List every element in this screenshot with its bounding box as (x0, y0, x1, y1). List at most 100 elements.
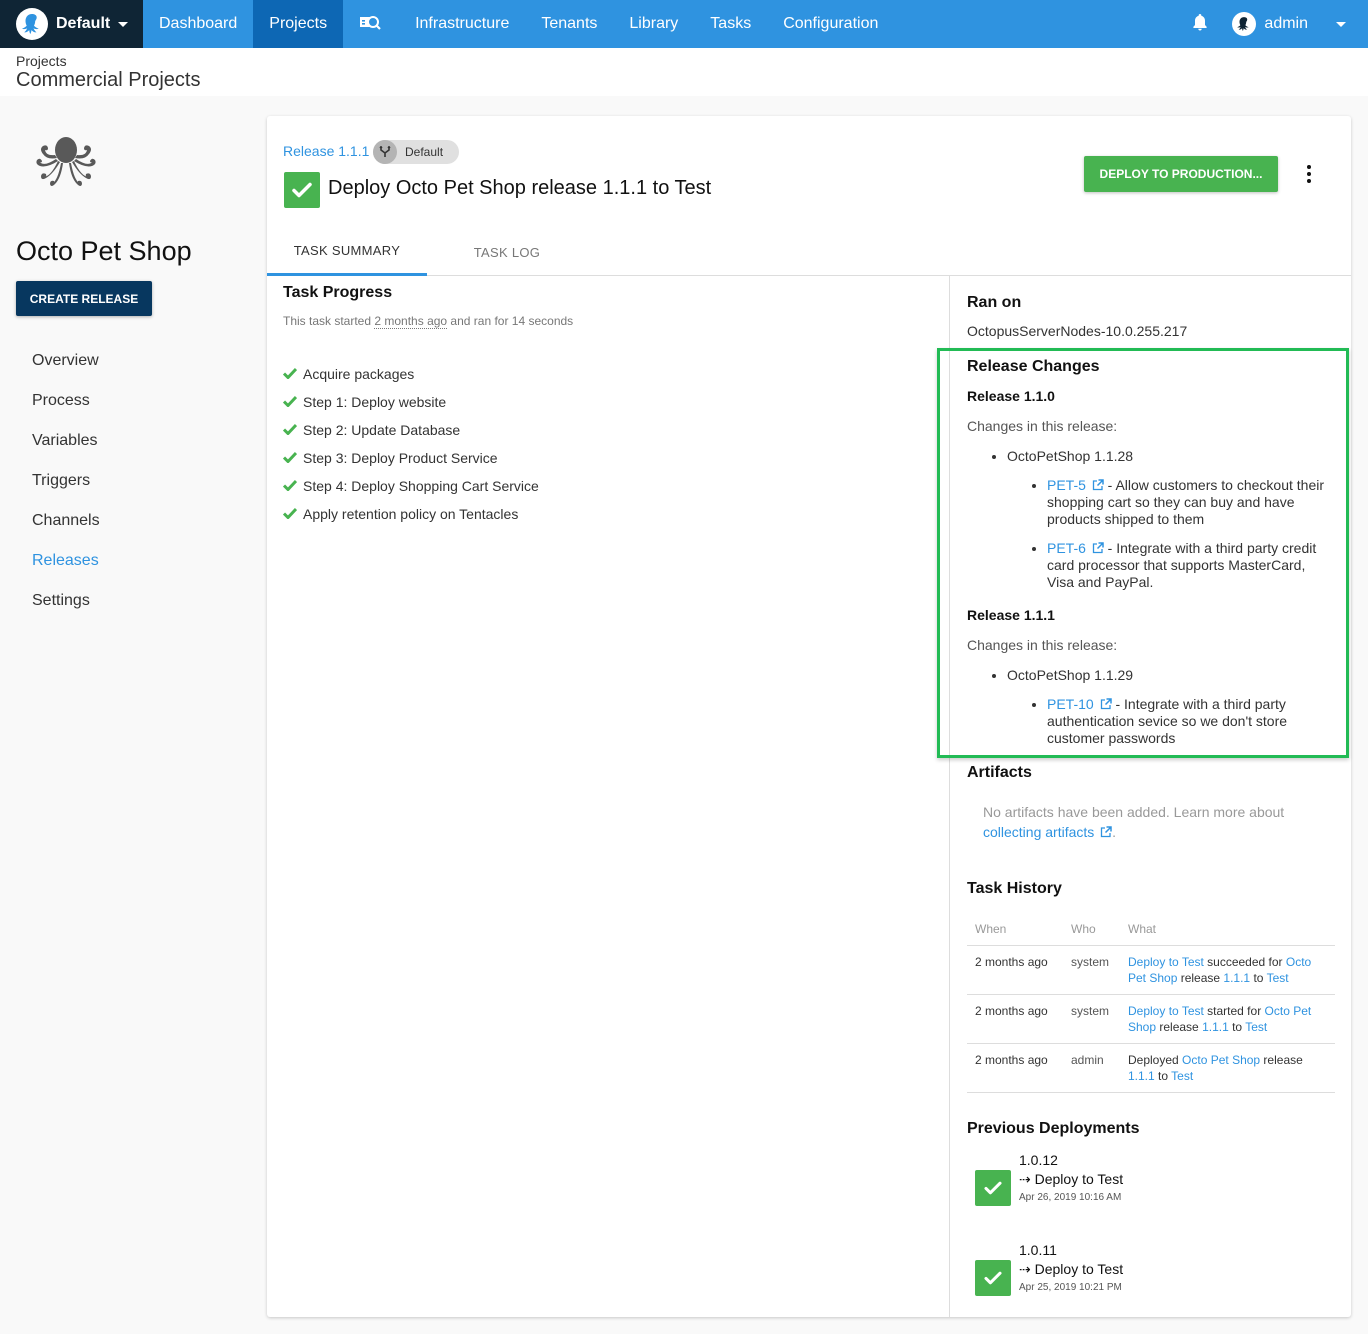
sidebar-item-overview[interactable]: Overview (32, 352, 100, 392)
search-deployments-icon (359, 13, 383, 36)
task-step-label: Step 2: Update Database (303, 422, 461, 438)
release-link[interactable]: Release 1.1.1 (283, 143, 369, 159)
caret-down-icon (1336, 21, 1346, 27)
issue-list: PET-10 - Integrate with a third party au… (1047, 696, 1337, 747)
task-step: Apply retention policy on Tentacles (282, 500, 573, 528)
project-name: Octo Pet Shop (16, 236, 192, 266)
check-icon (282, 478, 298, 494)
nav-infrastructure[interactable]: Infrastructure (399, 0, 525, 48)
tab-task-summary[interactable]: TASK SUMMARY (267, 228, 427, 276)
user-name: admin (1264, 15, 1308, 32)
sidebar-item-releases[interactable]: Releases (32, 552, 100, 592)
check-icon (282, 450, 298, 466)
tab-task-log[interactable]: TASK LOG (427, 228, 587, 276)
more-options-icon[interactable] (1297, 162, 1321, 186)
package-item: OctoPetShop 1.1.29 PET-10 - Integrate wit… (1007, 667, 1337, 747)
table-row: 2 months ago system Deploy to Test started… (967, 994, 1335, 1044)
channel-name: Default (405, 145, 444, 159)
check-icon (282, 506, 298, 522)
history-link[interactable]: 1.1.1 (1128, 1069, 1155, 1083)
sidebar-item-channels[interactable]: Channels (32, 512, 100, 552)
task-step: Step 1: Deploy website (282, 388, 573, 416)
artifacts-empty-message: No artifacts have been added. Learn more… (983, 802, 1337, 842)
task-title: Deploy Octo Pet Shop release 1.1.1 to Te… (328, 177, 712, 199)
breadcrumb[interactable]: Projects (16, 53, 1368, 69)
history-link[interactable]: 1.1.1 (1223, 971, 1250, 985)
issue-link[interactable]: PET-10 (1047, 696, 1112, 712)
task-duration-suffix: and ran for 14 seconds (447, 314, 574, 328)
nav-label: Dashboard (159, 15, 238, 32)
success-status-icon (975, 1170, 1011, 1206)
deployment-version: 1.0.11 (1019, 1242, 1057, 1258)
artifacts-text: No artifacts have been added. Learn more… (983, 804, 1285, 820)
release-version-heading: Release 1.1.1 (967, 607, 1055, 623)
deploy-to-production-button[interactable]: DEPLOY TO PRODUCTION... (1084, 156, 1278, 192)
history-link[interactable]: 1.1.1 (1202, 1020, 1229, 1034)
task-history-table: When Who What 2 months ago system Deploy t… (967, 914, 1335, 1093)
notifications-button[interactable] (1176, 13, 1224, 36)
history-link[interactable]: Deploy to Test (1128, 1004, 1204, 1018)
history-what: Deployed Octo Pet Shop release 1.1.1 to … (1120, 1043, 1335, 1093)
task-step: Step 3: Deploy Product Service (282, 444, 573, 472)
release-changes-heading: Release Changes (967, 358, 1100, 375)
sidebar-item-variables[interactable]: Variables (32, 432, 100, 472)
nav-dashboard[interactable]: Dashboard (143, 0, 253, 48)
history-link[interactable]: Deploy to Test (1128, 955, 1204, 969)
history-link[interactable]: Test (1171, 1069, 1193, 1083)
task-duration: This task started 2 months ago and ran f… (283, 314, 574, 329)
sidebar-item-process[interactable]: Process (32, 392, 100, 432)
history-who: system (1063, 945, 1120, 995)
nav-configuration[interactable]: Configuration (767, 0, 894, 48)
project-nav: Overview Process Variables Triggers Chan… (32, 352, 100, 632)
user-menu[interactable]: admin (1232, 12, 1368, 36)
nav-tasks[interactable]: Tasks (694, 0, 767, 48)
top-nav: Default Dashboard Projects Infrastructur… (0, 0, 1368, 48)
page-header: Projects Commercial Projects (0, 48, 1368, 96)
issue-id: PET-6 (1047, 540, 1086, 556)
sidebar-item-settings[interactable]: Settings (32, 592, 100, 632)
nav-label: Projects (269, 15, 328, 32)
history-link[interactable]: Test (1267, 971, 1289, 985)
page-title: Commercial Projects (16, 69, 201, 91)
artifacts-heading: Artifacts (967, 764, 1032, 781)
project-logo-octopus-icon (33, 134, 99, 194)
task-step-label: Step 1: Deploy website (303, 394, 447, 410)
nav-search-deployments[interactable] (343, 0, 399, 48)
task-step-label: Acquire packages (303, 366, 415, 382)
avatar (1232, 12, 1257, 36)
space-switcher[interactable]: Default (0, 0, 143, 48)
collecting-artifacts-link[interactable]: collecting artifacts (983, 824, 1112, 840)
nav-label: Configuration (783, 15, 879, 32)
nav-tenants[interactable]: Tenants (525, 0, 613, 48)
issue-link[interactable]: PET-5 (1047, 477, 1104, 493)
history-link[interactable]: Test (1245, 1020, 1267, 1034)
history-text: release (1177, 971, 1224, 985)
column-header-who: Who (1063, 914, 1120, 946)
task-progress: Task Progress This task started 2 months… (282, 284, 574, 528)
sidebar-item-triggers[interactable]: Triggers (32, 472, 100, 512)
history-who: system (1063, 994, 1120, 1044)
issue-link[interactable]: PET-6 (1047, 540, 1104, 556)
task-history: Task History When Who What 2 months ago s… (967, 880, 1335, 1093)
package-name: OctoPetShop 1.1.28 (1007, 448, 1134, 464)
bell-icon (1192, 13, 1208, 36)
previous-deployments: Previous Deployments 1.0.12 ⇢ Deploy to T… (967, 1120, 1335, 1318)
channel-chip[interactable]: Default (373, 140, 459, 164)
artifacts-trail: . (1112, 824, 1117, 840)
previous-deployment-item[interactable]: 1.0.12 ⇢ Deploy to Test Apr 26, 2019 10:16… (967, 1152, 1335, 1228)
deployment-environment: ⇢ Deploy to Test (1019, 1171, 1124, 1187)
success-status-icon (975, 1260, 1011, 1296)
nav-projects[interactable]: Projects (253, 0, 344, 48)
history-link[interactable]: Octo Pet Shop (1182, 1053, 1260, 1067)
task-started-time[interactable]: 2 months ago (374, 314, 448, 329)
previous-deployment-item[interactable]: 1.0.11 ⇢ Deploy to Test Apr 25, 2019 10:21… (967, 1242, 1335, 1318)
history-what: Deploy to Test started for Octo Pet Shop… (1120, 994, 1335, 1044)
task-duration-prefix: This task started (283, 314, 375, 328)
history-text: started for (1203, 1004, 1265, 1018)
release-changes: Release Changes Release 1.1.0 Changes in … (967, 358, 1337, 759)
create-release-button[interactable]: CREATE RELEASE (16, 281, 152, 316)
nav-label: Tenants (541, 15, 598, 32)
ran-on-value: OctopusServerNodes-10.0.255.217 (967, 323, 1188, 339)
nav-library[interactable]: Library (613, 0, 694, 48)
table-row: 2 months ago system Deploy to Test succeed… (967, 945, 1335, 995)
